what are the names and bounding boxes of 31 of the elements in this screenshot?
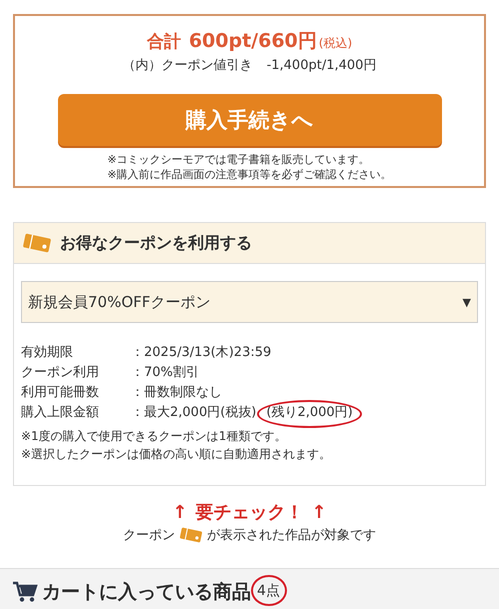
check-note: が表示された作品が対象です bbox=[207, 527, 376, 544]
up-arrow-icon: ↑ bbox=[172, 502, 188, 522]
notice-text: ※購入前に作品画面の注意事項等を必ずご確認ください。 bbox=[107, 167, 392, 182]
ticket-icon bbox=[22, 233, 52, 253]
tax-note: (税込) bbox=[318, 35, 352, 52]
detail-value: ：冊数制限なし bbox=[131, 384, 222, 402]
up-arrow-icon: ↑ bbox=[312, 502, 327, 522]
ticket-icon bbox=[179, 527, 203, 543]
cart-count: 4点 bbox=[256, 582, 281, 600]
dropdown-arrow-icon: ▼ bbox=[462, 296, 471, 308]
detail-label: クーポン利用 bbox=[21, 364, 100, 382]
detail-label: 利用可能冊数 bbox=[21, 384, 100, 402]
detail-label: 購入上限金額 bbox=[21, 404, 100, 422]
cart-icon bbox=[12, 581, 38, 603]
coupon-note: ※1度の購入で使用できるクーポンは1種類です。 bbox=[21, 428, 288, 445]
coupon-note: ※選択したクーポンは価格の高い順に自動適用されます。 bbox=[21, 446, 332, 463]
discount-label: （内）クーポン値引き bbox=[122, 57, 253, 74]
discount-amount: -1,400pt/1,400円 bbox=[266, 57, 376, 74]
check-note: クーポン bbox=[123, 527, 175, 544]
total-label: 合計 bbox=[146, 31, 181, 53]
coupon-select[interactable]: 新規会員70%OFFクーポン ▼ bbox=[21, 281, 478, 323]
detail-label: 有効期限 bbox=[21, 344, 74, 362]
check-title: 要チェック！ bbox=[196, 501, 304, 524]
notice-text: ※コミックシーモアでは電子書籍を販売しています。 bbox=[107, 152, 371, 167]
detail-value: ：最大2,000円(税抜) bbox=[131, 404, 256, 422]
detail-value: ：2025/3/13(木)23:59 bbox=[131, 344, 272, 362]
total-amount: 600pt/660円 bbox=[188, 29, 317, 54]
cart-title: カートに入っている商品 bbox=[42, 580, 251, 605]
remaining-amount: (残り2,000円) bbox=[265, 404, 354, 422]
detail-value: ：70%割引 bbox=[131, 364, 199, 382]
coupon-title: お得なクーポンを利用する bbox=[60, 232, 252, 254]
